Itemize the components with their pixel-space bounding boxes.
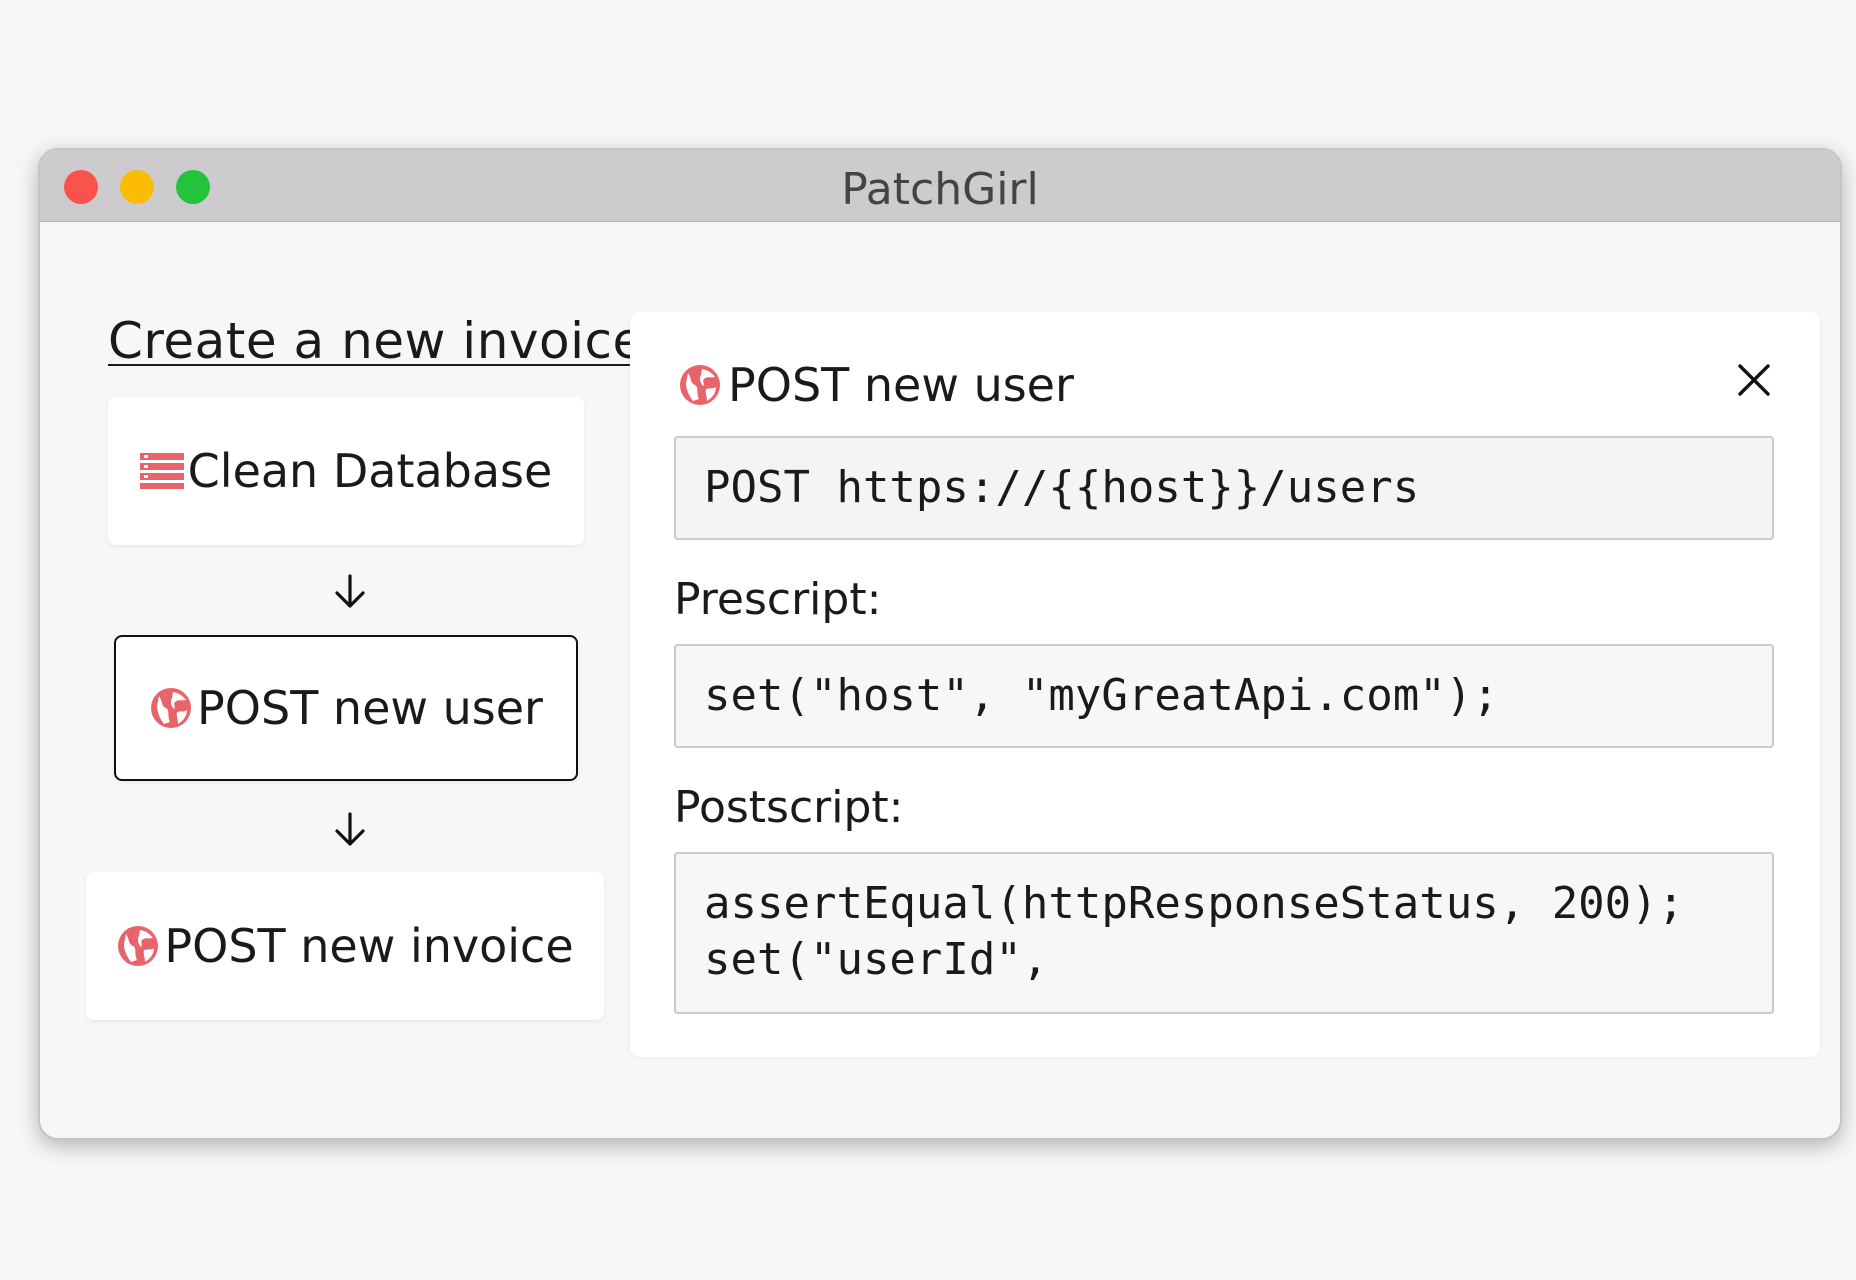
close-icon[interactable] [1736, 362, 1772, 398]
title-bar: PatchGirl [40, 150, 1840, 222]
arrow-down-icon [335, 812, 365, 846]
panel-title: POST new user [728, 358, 1074, 412]
scenario-title-link[interactable]: Create a new invoice [108, 312, 644, 370]
step-clean-database[interactable]: Clean Database [108, 397, 584, 545]
prescript-label: Prescript: [674, 574, 882, 625]
postscript-label: Postscript: [674, 782, 904, 833]
panel-header: POST new user [678, 358, 1074, 412]
globe-icon [678, 363, 722, 407]
request-detail-panel: POST new user POST https://{{host}}/user… [630, 312, 1820, 1057]
step-label: Clean Database [187, 444, 553, 498]
postscript-editor[interactable]: assertEqual(httpResponseStatus, 200); se… [674, 852, 1774, 1014]
globe-icon [116, 924, 160, 968]
step-post-new-invoice[interactable]: POST new invoice [86, 872, 604, 1020]
step-post-new-user[interactable]: POST new user [114, 635, 578, 781]
step-label: POST new invoice [164, 919, 574, 973]
app-window: PatchGirl Create a new invoice Clean Dat… [38, 148, 1842, 1140]
step-label: POST new user [197, 681, 543, 735]
window-title: PatchGirl [841, 164, 1039, 215]
database-icon [139, 453, 184, 489]
globe-icon [149, 686, 193, 730]
main-content: Create a new invoice Clean Database POST… [40, 222, 1840, 1138]
arrow-down-icon [335, 574, 365, 608]
prescript-editor[interactable]: set("host", "myGreatApi.com"); [674, 644, 1774, 748]
request-url-field[interactable]: POST https://{{host}}/users [674, 436, 1774, 540]
